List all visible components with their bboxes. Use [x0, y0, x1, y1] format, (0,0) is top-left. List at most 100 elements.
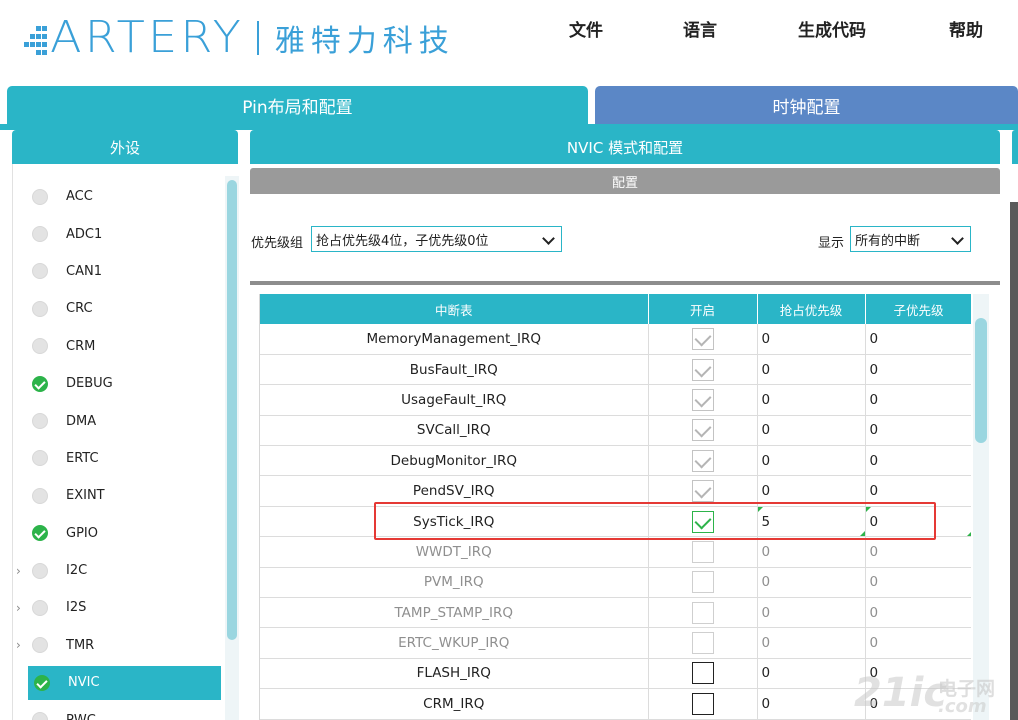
sidebar-item-debug[interactable]: DEBUG [13, 365, 223, 402]
sidebar-item-dma[interactable]: DMA [13, 402, 223, 439]
sidebar-item-exint[interactable]: EXINT [13, 477, 223, 514]
sub-priority-field[interactable]: 0 [865, 688, 971, 720]
interrupt-table-container: 中断表 开启 抢占优先级 子优先级 MemoryManagement_IRQ 0 0… [259, 294, 971, 720]
sidebar-item-label: CRM [66, 338, 96, 354]
sub-priority-field[interactable]: 0 [865, 536, 971, 568]
sidebar-item-tmr[interactable]: › TMR [13, 627, 223, 664]
preempt-priority-field[interactable]: 0 [757, 658, 866, 690]
display-label: 显示 [818, 236, 845, 251]
sub-priority-field[interactable]: 0 [865, 567, 971, 599]
tab-clock-config[interactable]: 时钟配置 [595, 86, 1018, 124]
sub-priority-field[interactable]: 0 [865, 475, 971, 507]
sidebar-item-label: DMA [66, 413, 97, 429]
enable-checkbox[interactable] [691, 327, 714, 350]
sidebar-item-nvic[interactable]: NVIC [13, 664, 223, 701]
sidebar-item-ertc[interactable]: ERTC [13, 440, 223, 477]
sidebar-item-can1[interactable]: CAN1 [13, 253, 223, 290]
sub-priority-field[interactable]: 0 [865, 384, 971, 416]
sub-priority-field[interactable]: 0 [865, 627, 971, 659]
sub-priority-field[interactable]: 0 [865, 658, 971, 690]
table-row: SVCall_IRQ 0 0 [260, 415, 971, 447]
enable-checkbox[interactable] [691, 571, 714, 594]
preempt-priority-field[interactable]: 0 [757, 445, 866, 477]
sidebar-item-i2c[interactable]: › I2C [13, 552, 223, 589]
sidebar-item-adc1[interactable]: ADC1 [13, 215, 223, 252]
preempt-priority-field[interactable]: 0 [757, 567, 866, 599]
enable-checkbox[interactable] [691, 510, 714, 533]
tab-pin-layout[interactable]: Pin布局和配置 [7, 86, 588, 124]
sidebar-item-i2s[interactable]: › I2S [13, 589, 223, 626]
preempt-priority-field[interactable]: 0 [757, 354, 866, 386]
preempt-priority-field[interactable]: 0 [757, 475, 866, 507]
sidebar-item-crm[interactable]: CRM [13, 328, 223, 365]
enable-cell [648, 506, 758, 538]
preempt-priority-field[interactable]: 0 [757, 324, 866, 355]
logo-separator [256, 21, 259, 55]
enable-checkbox[interactable] [691, 692, 714, 715]
preempt-priority-field[interactable]: 0 [757, 688, 866, 720]
sub-priority-field[interactable]: 0 [865, 415, 971, 447]
enable-checkbox[interactable] [691, 388, 714, 411]
logo-wordmark: ARTERY [50, 12, 245, 63]
interrupt-name: SVCall_IRQ [260, 415, 649, 447]
sidebar-item-pwc[interactable]: PWC [13, 701, 223, 720]
sidebar-item-label: ERTC [66, 450, 99, 466]
enable-checkbox[interactable] [691, 449, 714, 472]
status-dot-icon [32, 338, 48, 355]
check-circle-icon [32, 375, 48, 392]
sidebar-item-crc[interactable]: CRC [13, 290, 223, 327]
menu-help[interactable]: 帮助 [949, 16, 983, 41]
table-row: BusFault_IRQ 0 0 [260, 354, 971, 386]
preempt-priority-field[interactable]: 5 [757, 506, 866, 538]
status-dot-icon [32, 637, 48, 654]
status-dot-icon [32, 226, 48, 243]
status-dot-icon [32, 263, 48, 280]
table-row: CRM_IRQ 0 0 [260, 688, 971, 720]
enable-checkbox[interactable] [691, 540, 714, 563]
sidebar-item-label: CRC [66, 301, 93, 317]
menu-file[interactable]: 文件 [569, 16, 603, 41]
enable-cell [648, 475, 758, 507]
status-dot-icon [32, 188, 48, 205]
enable-checkbox[interactable] [691, 480, 714, 503]
chevron-right-icon[interactable]: › [16, 638, 26, 652]
table-row: MemoryManagement_IRQ 0 0 [260, 324, 971, 355]
enable-checkbox[interactable] [691, 601, 714, 624]
enable-checkbox[interactable] [691, 632, 714, 655]
chevron-down-icon [951, 232, 964, 245]
sub-priority-field[interactable]: 0 [865, 324, 971, 355]
status-dot-icon [32, 450, 48, 467]
preempt-priority-field[interactable]: 0 [757, 415, 866, 447]
chevron-right-icon[interactable]: › [16, 601, 26, 615]
status-dot-icon [32, 300, 48, 317]
priority-group-select[interactable]: 抢占优先级4位，子优先级0位 [311, 226, 562, 252]
preempt-priority-field[interactable]: 0 [757, 384, 866, 416]
preempt-priority-field[interactable]: 0 [757, 627, 866, 659]
table-scroll-thumb[interactable] [975, 318, 987, 443]
sidebar-item-acc[interactable]: ACC [13, 178, 223, 215]
sub-priority-field[interactable]: 0 [865, 354, 971, 386]
enable-checkbox[interactable] [691, 358, 714, 381]
sidebar-item-gpio[interactable]: GPIO [13, 515, 223, 552]
interrupt-name: PVM_IRQ [260, 567, 649, 599]
sub-priority-field[interactable]: 0 [865, 597, 971, 629]
col-header-sub-priority: 子优先级 [865, 294, 971, 324]
display-filter-select[interactable]: 所有的中断 [850, 226, 971, 252]
preempt-priority-field[interactable]: 0 [757, 597, 866, 629]
enable-checkbox[interactable] [691, 662, 714, 685]
interrupt-name: MemoryManagement_IRQ [260, 324, 649, 355]
menu-language[interactable]: 语言 [683, 16, 717, 41]
enable-checkbox[interactable] [691, 419, 714, 442]
peripherals-scroll-thumb[interactable] [227, 180, 237, 640]
table-row: SysTick_IRQ 5 0 [260, 506, 971, 538]
sub-priority-field[interactable]: 0 [865, 506, 971, 538]
peripherals-header: 外设 [12, 130, 238, 164]
menu-generate-code[interactable]: 生成代码 [798, 16, 866, 41]
sub-priority-field[interactable]: 0 [865, 445, 971, 477]
preempt-priority-field[interactable]: 0 [757, 536, 866, 568]
sidebar-item-label: DEBUG [66, 376, 113, 392]
interrupt-name: FLASH_IRQ [260, 658, 649, 690]
enable-cell [648, 688, 758, 720]
config-section-bar[interactable]: 配置 [250, 168, 1000, 194]
chevron-right-icon[interactable]: › [16, 564, 26, 578]
